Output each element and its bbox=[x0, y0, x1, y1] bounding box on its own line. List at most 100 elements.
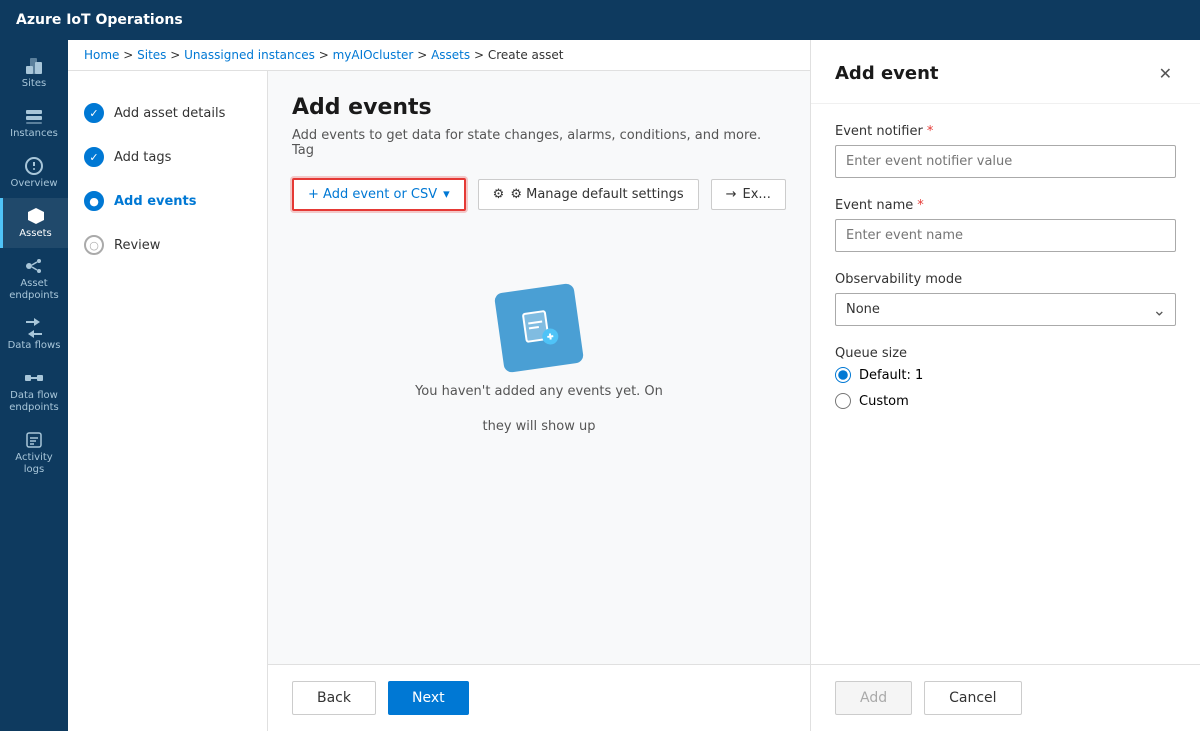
event-notifier-input[interactable] bbox=[835, 145, 1176, 178]
app-title: Azure IoT Operations bbox=[16, 12, 183, 28]
sidebar-item-data-flows[interactable]: Data flows bbox=[0, 310, 68, 360]
step-label-4: Review bbox=[114, 238, 160, 253]
sidebar-item-data-flow-endpoints-label: Data flow endpoints bbox=[4, 390, 64, 414]
step-label-3: Add events bbox=[114, 194, 197, 209]
observability-mode-select[interactable]: None Gauge Counter Histogram Log bbox=[835, 293, 1176, 326]
breadcrumb-unassigned[interactable]: Unassigned instances bbox=[184, 48, 315, 62]
empty-state-message: You haven't added any events yet. On bbox=[415, 384, 663, 399]
add-event-button[interactable]: + Add event or CSV ▾ bbox=[292, 178, 466, 211]
event-notifier-label: Event notifier * bbox=[835, 124, 1176, 139]
sidebar-item-sites-label: Sites bbox=[22, 78, 46, 90]
sidebar-item-instances[interactable]: Instances bbox=[0, 98, 68, 148]
required-indicator-2: * bbox=[917, 198, 924, 213]
queue-size-custom[interactable]: Custom bbox=[835, 393, 1176, 409]
step-label-2: Add tags bbox=[114, 150, 171, 165]
add-event-panel: Add event ✕ Event notifier * Event name … bbox=[810, 40, 1200, 731]
sidebar-item-activity-logs[interactable]: Activity logs bbox=[0, 422, 68, 484]
queue-size-default[interactable]: Default: 1 bbox=[835, 367, 1176, 383]
panel-footer: Add Cancel bbox=[811, 664, 1200, 731]
required-indicator: * bbox=[927, 124, 934, 139]
step-add-events[interactable]: ● Add events bbox=[68, 179, 267, 223]
sidebar-item-data-flows-label: Data flows bbox=[8, 340, 61, 352]
event-notifier-group: Event notifier * bbox=[835, 124, 1176, 178]
breadcrumb-sep2: > bbox=[170, 48, 184, 62]
document-plus-icon bbox=[516, 305, 561, 350]
event-name-input[interactable] bbox=[835, 219, 1176, 252]
assets-icon bbox=[26, 206, 46, 226]
sidebar: Sites Instances Overview Assets bbox=[0, 40, 68, 731]
observability-mode-label: Observability mode bbox=[835, 272, 1176, 287]
queue-size-group: Queue size Default: 1 Custom bbox=[835, 346, 1176, 409]
main-layout: Sites Instances Overview Assets bbox=[0, 40, 1200, 731]
next-button[interactable]: Next bbox=[388, 681, 469, 715]
step-add-asset-details[interactable]: ✓ Add asset details bbox=[68, 91, 267, 135]
add-event-dropdown-icon: ▾ bbox=[443, 187, 450, 202]
sidebar-item-assets[interactable]: Assets bbox=[0, 198, 68, 248]
main-content: Add events Add events to get data for st… bbox=[268, 71, 810, 731]
top-bar: Azure IoT Operations bbox=[0, 0, 1200, 40]
instances-icon bbox=[24, 106, 44, 126]
breadcrumb: Home > Sites > Unassigned instances > my… bbox=[68, 40, 810, 71]
sidebar-item-asset-endpoints[interactable]: Asset endpoints bbox=[0, 248, 68, 310]
add-event-confirm-button[interactable]: Add bbox=[835, 681, 912, 715]
export-icon: → bbox=[726, 187, 737, 202]
data-flows-icon bbox=[24, 318, 44, 338]
page-description: Add events to get data for state changes… bbox=[292, 128, 786, 158]
breadcrumb-sep4: > bbox=[417, 48, 431, 62]
panel-body: Event notifier * Event name * Observabil… bbox=[811, 104, 1200, 664]
footer-buttons: Back Next bbox=[268, 664, 810, 731]
queue-size-custom-label: Custom bbox=[859, 394, 909, 409]
step-circle-1: ✓ bbox=[84, 103, 104, 123]
close-panel-button[interactable]: ✕ bbox=[1155, 60, 1176, 87]
step-review[interactable]: ○ Review bbox=[68, 223, 267, 267]
toolbar: + Add event or CSV ▾ ⚙ ⚙ Manage default … bbox=[292, 178, 786, 211]
breadcrumb-home[interactable]: Home bbox=[84, 48, 119, 62]
breadcrumb-cluster[interactable]: myAIOcluster bbox=[333, 48, 414, 62]
gear-icon: ⚙ bbox=[493, 187, 505, 202]
queue-size-radio-group: Default: 1 Custom bbox=[835, 367, 1176, 409]
sites-icon bbox=[24, 56, 44, 76]
cancel-event-button[interactable]: Cancel bbox=[924, 681, 1021, 715]
breadcrumb-sep5: > bbox=[474, 48, 488, 62]
queue-size-label: Queue size bbox=[835, 346, 1176, 361]
overview-icon bbox=[24, 156, 44, 176]
breadcrumb-sep3: > bbox=[319, 48, 333, 62]
activity-logs-icon bbox=[24, 430, 44, 450]
empty-state: You haven't added any events yet. On the… bbox=[292, 231, 786, 511]
queue-size-default-label: Default: 1 bbox=[859, 368, 923, 383]
queue-size-custom-radio[interactable] bbox=[835, 393, 851, 409]
sidebar-item-asset-endpoints-label: Asset endpoints bbox=[4, 278, 64, 302]
sidebar-item-activity-logs-label: Activity logs bbox=[4, 452, 64, 476]
panel-title: Add event bbox=[835, 63, 939, 84]
panel-header: Add event ✕ bbox=[811, 40, 1200, 104]
sidebar-item-overview-label: Overview bbox=[10, 178, 57, 190]
wizard-main: ✓ Add asset details ✓ Add tags ● Add eve… bbox=[68, 71, 810, 731]
export-label: Ex... bbox=[743, 187, 771, 202]
step-label-1: Add asset details bbox=[114, 106, 225, 121]
breadcrumb-sites[interactable]: Sites bbox=[137, 48, 166, 62]
breadcrumb-sep1: > bbox=[123, 48, 137, 62]
step-circle-4: ○ bbox=[84, 235, 104, 255]
breadcrumb-assets[interactable]: Assets bbox=[431, 48, 470, 62]
event-name-label: Event name * bbox=[835, 198, 1176, 213]
sidebar-item-instances-label: Instances bbox=[10, 128, 58, 140]
sidebar-item-overview[interactable]: Overview bbox=[0, 148, 68, 198]
content-area: Home > Sites > Unassigned instances > my… bbox=[68, 40, 810, 731]
sidebar-item-assets-label: Assets bbox=[19, 228, 52, 240]
manage-default-settings-button[interactable]: ⚙ ⚙ Manage default settings bbox=[478, 179, 699, 210]
wizard-steps: ✓ Add asset details ✓ Add tags ● Add eve… bbox=[68, 71, 268, 731]
empty-state-message2: they will show up bbox=[483, 419, 596, 434]
sidebar-item-data-flow-endpoints[interactable]: Data flow endpoints bbox=[0, 360, 68, 422]
step-add-tags[interactable]: ✓ Add tags bbox=[68, 135, 267, 179]
step-circle-3: ● bbox=[84, 191, 104, 211]
queue-size-default-radio[interactable] bbox=[835, 367, 851, 383]
observability-mode-select-wrapper: None Gauge Counter Histogram Log bbox=[835, 293, 1176, 326]
sidebar-item-sites[interactable]: Sites bbox=[0, 48, 68, 98]
event-name-group: Event name * bbox=[835, 198, 1176, 252]
asset-endpoints-icon bbox=[24, 256, 44, 276]
page-title: Add events bbox=[292, 95, 786, 120]
export-button[interactable]: → Ex... bbox=[711, 179, 786, 210]
back-button[interactable]: Back bbox=[292, 681, 376, 715]
step-circle-2: ✓ bbox=[84, 147, 104, 167]
manage-label: ⚙ Manage default settings bbox=[510, 187, 683, 202]
